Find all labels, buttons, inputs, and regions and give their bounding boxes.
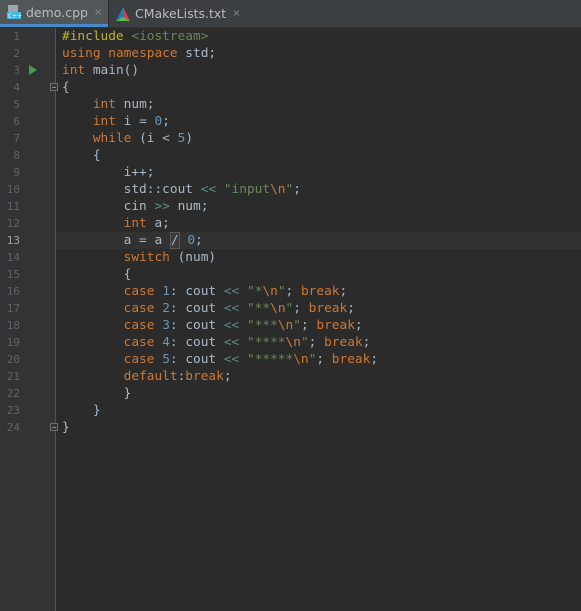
line-number: 15 (6, 268, 20, 281)
code-line: case 4: cout << "****\n"; break; (123, 335, 371, 350)
run-main-icon[interactable] (29, 65, 37, 75)
close-tab-icon[interactable]: × (232, 8, 240, 19)
cmake-icon (115, 6, 131, 22)
line-number: 7 (13, 132, 20, 145)
code-line: int i = 0; (92, 114, 170, 129)
code-line: { (123, 267, 132, 282)
close-tab-icon[interactable]: × (94, 7, 102, 18)
division-operator-highlight: / (169, 232, 180, 249)
line-number: 23 (6, 404, 20, 417)
line-number: 2 (13, 47, 20, 60)
code-line: { (62, 80, 70, 95)
code-line: i++; (123, 165, 155, 180)
line-number: 9 (13, 166, 20, 179)
code-line: } (62, 420, 70, 435)
code-line: using namespace std; (62, 46, 217, 61)
tab-demo-cpp[interactable]: C++ demo.cpp × (0, 0, 108, 27)
line-number: 14 (6, 251, 20, 264)
code-line: int num; (92, 97, 155, 112)
tab-label: CMakeLists.txt (135, 6, 227, 21)
code-line: } (123, 386, 132, 401)
code-line: while (i < 5) (92, 131, 194, 146)
line-number: 5 (13, 98, 20, 111)
line-number: 22 (6, 387, 20, 400)
code-line: cin >> num; (123, 199, 209, 214)
line-number: 10 (6, 183, 20, 196)
code-line: int main() (62, 63, 140, 78)
code-line-current: a = a / 0; (123, 232, 203, 249)
code-line: std::cout << "input\n"; (123, 182, 301, 197)
line-number: 3 (13, 64, 20, 77)
line-number: 17 (6, 302, 20, 315)
line-number: 24 (6, 421, 20, 434)
tab-cmakelists[interactable]: CMakeLists.txt × (109, 0, 244, 27)
line-number: 21 (6, 370, 20, 383)
tab-label: demo.cpp (26, 4, 88, 20)
svg-text:C++: C++ (8, 13, 22, 20)
cpp-file-icon: C++ (6, 4, 22, 20)
code-line: case 1: cout << "*\n"; break; (123, 284, 348, 299)
code-line: int a; (123, 216, 170, 231)
line-number: 16 (6, 285, 20, 298)
fold-icon[interactable] (50, 83, 58, 91)
line-number: 8 (13, 149, 20, 162)
code-line: } (92, 403, 101, 418)
line-number: 1 (13, 30, 20, 43)
code-line: switch (num) (123, 250, 217, 265)
line-number: 12 (6, 217, 20, 230)
code-line: case 5: cout << "*****\n"; break; (123, 352, 379, 367)
line-number: 4 (13, 81, 20, 94)
code-line: default:break; (123, 369, 232, 384)
line-number: 18 (6, 319, 20, 332)
line-number: 6 (13, 115, 20, 128)
line-number: 11 (6, 200, 20, 213)
line-number-current: 13 (6, 234, 20, 247)
code-line: { (92, 148, 101, 163)
code-line: #include <iostream> (62, 29, 209, 44)
line-number: 19 (6, 336, 20, 349)
code-line: case 2: cout << "**\n"; break; (123, 301, 355, 316)
fold-icon[interactable] (50, 423, 58, 431)
editor-tab-bar: C++ demo.cpp × CMakeLists.txt × (0, 0, 581, 28)
line-number: 20 (6, 353, 20, 366)
code-line: case 3: cout << "***\n"; break; (123, 318, 363, 333)
